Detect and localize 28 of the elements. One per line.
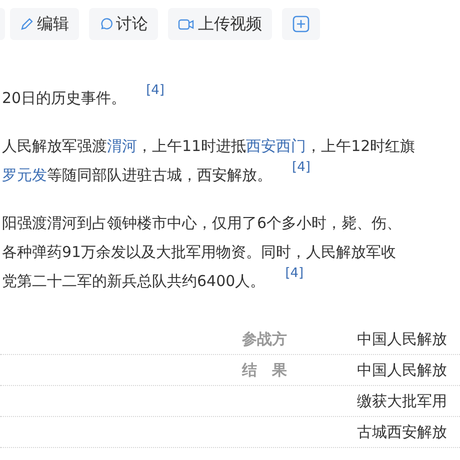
citation-link[interactable]: [4] (285, 267, 304, 281)
toolbar-button[interactable]: 编辑 (10, 8, 79, 40)
toolbar-button[interactable]: 讨论 (89, 8, 158, 40)
plus-icon (292, 15, 310, 33)
citation-link[interactable]: [4] (146, 84, 165, 98)
infobox-label: 结 果 (242, 360, 287, 381)
body-text: ，上午12时红旗 (306, 136, 416, 157)
body-text: 各种弹药91万余发以及大批军用物资。同时，人民解放军收 (2, 242, 396, 263)
infobox-value: 古城西安解放 (357, 422, 447, 443)
text-link[interactable]: 西安西门 (246, 136, 306, 157)
body-text: 阳强渡渭河到占领钟楼市中心，仅用了6个多小时，毙、伤、 (2, 213, 402, 234)
infobox-value: 中国人民解放 (357, 328, 447, 350)
body-text: 等随同部队进驻古城，西安解放。 (47, 165, 272, 186)
text-link[interactable]: 渭河 (107, 136, 137, 157)
video-camera-icon (178, 18, 195, 30)
citation-link[interactable]: [4] (292, 161, 310, 175)
add-button[interactable] (282, 8, 320, 40)
body-text: 党第二十二军的新兵总队共约6400人。 (2, 271, 266, 292)
speech-bubble-icon (99, 17, 113, 31)
toolbar-button[interactable]: 上传视频 (168, 8, 272, 40)
infobox-value: 缴获大批军用 (357, 390, 447, 412)
pencil-icon (20, 17, 34, 31)
body-text: 20日的历史事件。 (2, 88, 126, 109)
text-link[interactable]: 罗元发 (2, 165, 47, 186)
infobox-value: 中国人民解放 (357, 360, 447, 381)
body-text: 人民解放军强渡 (2, 136, 107, 157)
body-text: ，上午11时进抵 (137, 136, 246, 157)
infobox-label: 参战方 (242, 328, 287, 350)
